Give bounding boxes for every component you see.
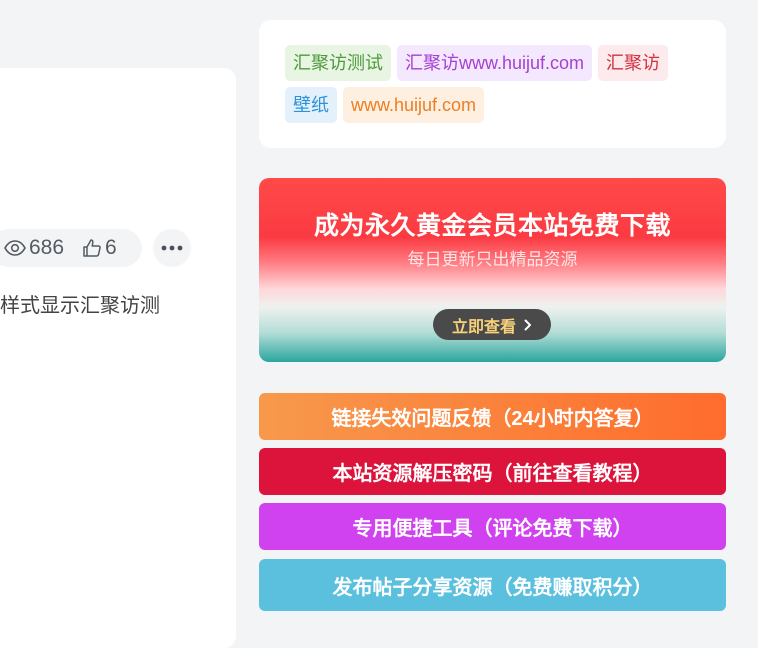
link-button-tools[interactable]: 专用便捷工具（评论免费下载） (259, 503, 726, 550)
banner-title: 成为永久黄金会员本站免费下载 (313, 212, 671, 240)
tag-item[interactable]: www.huijuf.com (343, 87, 485, 123)
link-button-feedback[interactable]: 链接失效问题反馈（24小时内答复） (259, 393, 726, 440)
view-count: 686 (4, 236, 64, 260)
vip-banner[interactable]: 成为永久黄金会员本站免费下载 每日更新只出精品资源 立即查看 (259, 178, 726, 362)
like-count-value: 6 (105, 236, 117, 259)
more-button[interactable] (153, 229, 191, 267)
more-dots-icon (161, 245, 183, 251)
banner-view-button[interactable]: 立即查看 (433, 309, 551, 340)
tag-item[interactable]: 汇聚访www.huijuf.com (397, 45, 593, 81)
post-excerpt: 样式显示汇聚访测 (0, 295, 160, 317)
like-button[interactable]: 6 (82, 236, 117, 260)
link-button-password[interactable]: 本站资源解压密码（前往查看教程） (259, 448, 726, 495)
chevron-right-icon (524, 319, 531, 330)
link-button-share[interactable]: 发布帖子分享资源（免费赚取积分） (259, 559, 726, 611)
post-card (0, 68, 236, 648)
banner-subtitle: 每日更新只出精品资源 (407, 250, 578, 269)
post-stats: 686 6 (0, 229, 142, 267)
post-meta: 686 6 (0, 229, 192, 267)
tag-item[interactable]: 壁纸 (285, 87, 337, 123)
tag-cloud-widget: 汇聚访测试 汇聚访www.huijuf.com 汇聚访 壁纸 www.huiju… (259, 20, 726, 148)
eye-icon (4, 240, 26, 256)
banner-button-label: 立即查看 (451, 318, 516, 336)
thumbs-up-icon (83, 239, 101, 257)
tag-list: 汇聚访测试 汇聚访www.huijuf.com 汇聚访 壁纸 www.huiju… (285, 45, 715, 123)
tag-item[interactable]: 汇聚访 (598, 45, 669, 81)
tag-item[interactable]: 汇聚访测试 (285, 45, 391, 81)
view-count-value: 686 (29, 236, 65, 259)
